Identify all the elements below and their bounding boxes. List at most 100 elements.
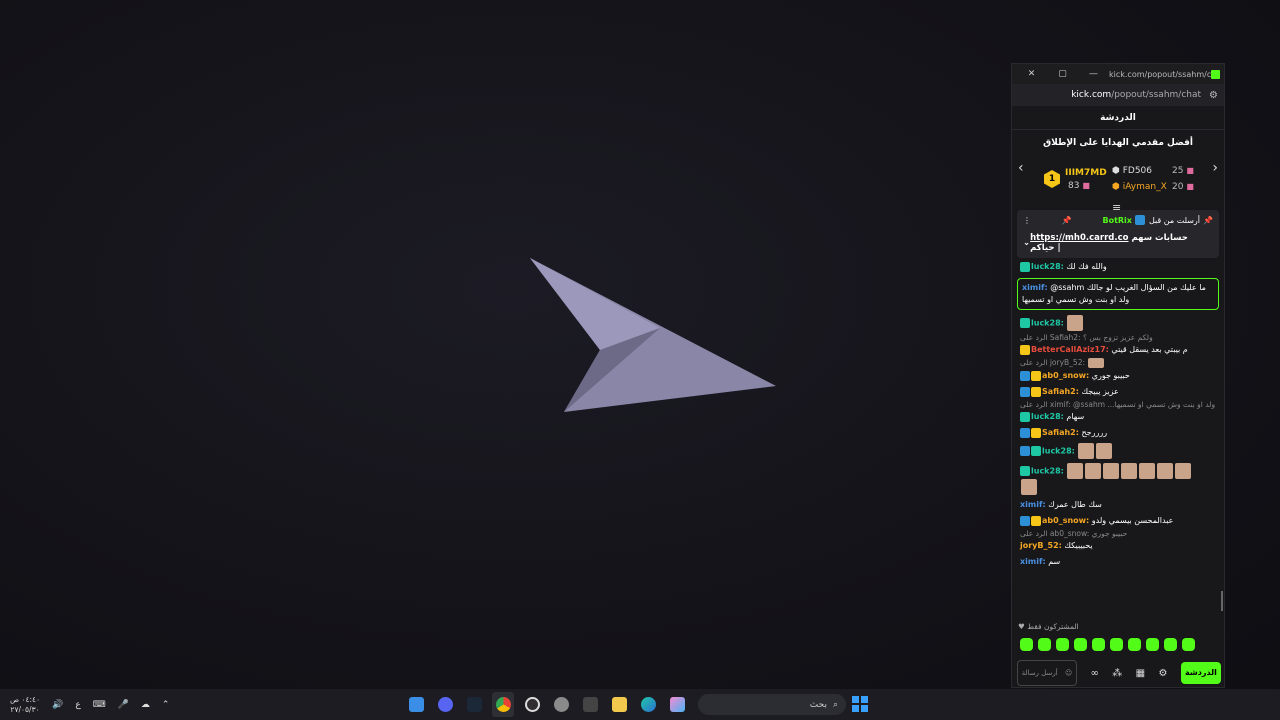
emote-image: [1103, 463, 1120, 479]
badge-icon: [1020, 318, 1030, 328]
chat-message: luck28:: [1017, 441, 1219, 461]
emote-button[interactable]: [1110, 638, 1123, 651]
reply-context: الرد على ximif: @ssahm ...ولد او بنت وش …: [1020, 400, 1216, 409]
keyboard-icon[interactable]: ⌨: [93, 700, 106, 710]
infinity-icon[interactable]: ∞: [1090, 668, 1098, 679]
clock[interactable]: ٠٤:٤٠ ص ٢٧/٠٥/٣٠: [10, 695, 40, 715]
chat-title: الدردشة: [1012, 106, 1224, 130]
chat-message: luck28:: [1017, 461, 1219, 497]
chat-messages: luck28: والله فك لك ximif: @ssahm ما علي…: [1017, 259, 1219, 570]
chat-message: ximif: سم: [1020, 557, 1061, 566]
chat-message-mention: ximif: @ssahm ما عليك من السؤال الغريب ل…: [1017, 278, 1219, 310]
chat-input-row: أرسل رسالة ☺ ∞ ⁂ ▦ ⚙ الدردشة: [1017, 660, 1221, 686]
copilot-icon[interactable]: [666, 692, 688, 717]
settings-icon[interactable]: ⚙: [1159, 668, 1168, 679]
badge-icon: [1020, 370, 1030, 381]
discord-icon[interactable]: [434, 692, 456, 717]
emote-button[interactable]: [1038, 638, 1051, 651]
emote-button[interactable]: [1074, 638, 1087, 651]
reply-context: الرد على joryB_52:: [1017, 358, 1219, 368]
store-icon[interactable]: ▦: [1136, 668, 1145, 679]
minimize-icon[interactable]: —: [1078, 69, 1109, 79]
obs-icon[interactable]: [521, 692, 543, 717]
address-bar[interactable]: kick.com/popout/ssahm/chat ⚙: [1012, 84, 1224, 106]
steam-icon[interactable]: [463, 692, 485, 717]
emote-button[interactable]: [1164, 638, 1177, 651]
chevron-down-icon[interactable]: ⌄: [1023, 238, 1030, 248]
chat-popout-window: ✕ ▢ — kick.com/popout/ssahm/ch... kick.c…: [1011, 63, 1225, 688]
taskbar-search[interactable]: بحث ⌕: [698, 694, 846, 715]
cloud-icon[interactable]: ☁: [141, 700, 150, 710]
gifter-name[interactable]: ⬢ iAyman_X: [1112, 182, 1167, 192]
badge-icon: [1020, 411, 1030, 422]
badge-icon: [1020, 515, 1030, 526]
emote-button[interactable]: [1146, 638, 1159, 651]
emote-button[interactable]: [1182, 638, 1195, 651]
pinned-link[interactable]: https://mh0.carrd.co: [1030, 233, 1128, 243]
chat-message: ximif: سك طال عمرك: [1020, 500, 1102, 509]
chat-message: ab0_snow: عبدالمحسن بيسمي ولدو: [1017, 513, 1219, 529]
explorer-icon[interactable]: [608, 692, 630, 717]
chat-input[interactable]: أرسل رسالة ☺: [1017, 660, 1077, 686]
emote-button[interactable]: [1128, 638, 1141, 651]
gifter-name[interactable]: ⬢ FD506: [1112, 166, 1152, 176]
badge-icon: [1020, 386, 1030, 397]
emote-image: [1085, 463, 1102, 479]
users-icon[interactable]: ⁂: [1112, 668, 1122, 679]
chevron-up-icon[interactable]: ⌃: [162, 700, 170, 710]
send-chat-button[interactable]: الدردشة: [1180, 662, 1221, 684]
emote-image: [1021, 479, 1037, 495]
chrome-icon[interactable]: [492, 692, 514, 717]
gift-icon: ■: [1186, 166, 1194, 175]
badge-icon: [1031, 386, 1041, 397]
pinned-author[interactable]: BotRix: [1102, 216, 1131, 225]
rank-badge: 1: [1044, 170, 1060, 188]
store-icon[interactable]: [579, 692, 601, 717]
chat-scrollbar[interactable]: [1221, 591, 1223, 611]
tune-icon[interactable]: ⚙: [1209, 90, 1218, 101]
top-gifters: ‹ › 1 IIIM7MD 83 ■ ⬢ FD506 25 ■ ⬢ iAyman…: [1012, 152, 1224, 196]
badge-icon: [1020, 427, 1030, 438]
emote-image: [1067, 463, 1084, 479]
chevron-right-icon[interactable]: ›: [1212, 160, 1218, 176]
sent-by-label: أرسلت من قبل: [1148, 215, 1201, 225]
mic-icon[interactable]: 🎤: [118, 700, 129, 710]
emote-image: [1157, 463, 1174, 479]
gifter-name[interactable]: IIIM7MD: [1065, 168, 1107, 178]
emote-image: [1121, 463, 1138, 479]
chat-message: luck28:: [1017, 313, 1219, 333]
settings-icon[interactable]: [550, 692, 572, 717]
language-indicator[interactable]: ع: [75, 700, 80, 710]
system-tray: ٠٤:٤٠ ص ٢٧/٠٥/٣٠ 🔊 ع ⌨ 🎤 ☁ ⌃: [10, 689, 169, 720]
badge-icon: [1020, 466, 1030, 476]
badge-icon: [1031, 427, 1041, 438]
bot-badge-icon: [1134, 215, 1145, 225]
emote-button[interactable]: [1020, 638, 1033, 651]
edge-icon[interactable]: [637, 692, 659, 717]
chevron-left-icon[interactable]: ‹: [1018, 160, 1024, 176]
tab-url: kick.com/popout/ssahm/ch...: [1109, 69, 1211, 79]
close-icon[interactable]: ✕: [1016, 69, 1047, 79]
more-options-icon[interactable]: ⋮: [1023, 216, 1031, 225]
emote-image: [1067, 315, 1084, 331]
subscribers-only-label: ♥ المشتركون فقط: [1018, 622, 1079, 631]
badge-icon: [1020, 344, 1030, 355]
pin-icon: 📌: [1203, 215, 1213, 225]
start-button[interactable]: [852, 696, 868, 712]
emote-button[interactable]: [1056, 638, 1069, 651]
badge-icon: [1031, 446, 1041, 456]
emote-button[interactable]: [1092, 638, 1105, 651]
taskbar-apps: [405, 692, 688, 717]
emote-image: [1088, 358, 1105, 368]
emote-image: [1139, 463, 1156, 479]
address-path: /popout/ssahm/chat: [1111, 90, 1202, 100]
taskbar: ٠٤:٤٠ ص ٢٧/٠٥/٣٠ 🔊 ع ⌨ 🎤 ☁ ⌃ بحث ⌕: [0, 689, 1280, 720]
volume-icon[interactable]: 🔊: [52, 700, 63, 710]
maximize-icon[interactable]: ▢: [1047, 69, 1078, 79]
wallpaper-paper-plane: [530, 258, 776, 412]
badge-icon: [1020, 446, 1030, 456]
badge-icon: [1031, 370, 1041, 381]
top-gifters-title: أفضل مقدمي الهدايا على الإطلاق: [1043, 138, 1193, 148]
emoji-icon[interactable]: ☺: [1065, 669, 1072, 677]
maps-icon[interactable]: [405, 692, 427, 717]
